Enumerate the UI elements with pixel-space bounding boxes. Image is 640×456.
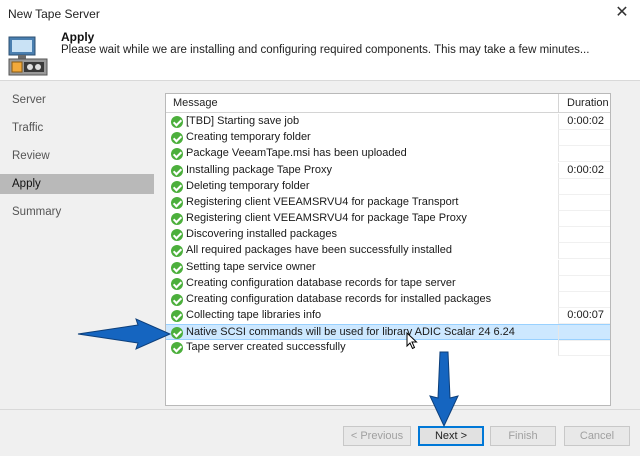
- success-check-icon: [171, 310, 183, 323]
- table-row[interactable]: Collecting tape libraries info 0:00:07: [166, 308, 610, 325]
- success-check-icon: [171, 261, 183, 274]
- wizard-header: Apply Please wait while we are installin…: [0, 27, 640, 81]
- log-duration: [558, 259, 610, 276]
- sidebar-item-label: Apply: [12, 178, 41, 190]
- window-title: New Tape Server: [8, 7, 100, 21]
- log-duration: [558, 146, 610, 163]
- log-message: Registering client VEEAMSRVU4 for packag…: [186, 195, 459, 208]
- table-row[interactable]: Tape server created successfully: [166, 340, 610, 357]
- log-message: Deleting temporary folder: [186, 179, 310, 192]
- log-message: Registering client VEEAMSRVU4 for packag…: [186, 212, 467, 225]
- table-row[interactable]: Discovering installed packages: [166, 227, 610, 244]
- column-header-message[interactable]: Message: [173, 97, 218, 109]
- sidebar-item-label: Summary: [12, 206, 62, 218]
- sidebar-item-summary[interactable]: Summary: [0, 202, 154, 222]
- success-check-icon: [171, 116, 183, 128]
- log-duration: 0:00:07: [558, 308, 610, 325]
- log-message: Tape server created successfully: [186, 341, 346, 354]
- success-check-icon: [171, 213, 183, 226]
- table-row[interactable]: Installing package Tape Proxy 0:00:02: [166, 162, 610, 179]
- table-row[interactable]: Setting tape service owner: [166, 259, 610, 276]
- table-row[interactable]: Package VeeamTape.msi has been uploaded: [166, 146, 610, 163]
- table-row[interactable]: [TBD] Starting save job 0:00:02: [166, 114, 610, 130]
- column-header-duration[interactable]: Duration: [558, 94, 610, 113]
- table-row[interactable]: All required packages have been successf…: [166, 243, 610, 260]
- log-duration: [558, 194, 610, 211]
- success-check-icon: [171, 164, 183, 177]
- log-message: Collecting tape libraries info: [186, 309, 322, 322]
- log-message: Native SCSI commands will be used for li…: [186, 326, 515, 339]
- log-duration: [558, 243, 610, 260]
- log-list[interactable]: Message Duration [TBD] Starting save job…: [165, 93, 611, 406]
- cancel-button[interactable]: Cancel: [564, 426, 630, 446]
- title-bar: New Tape Server ✕: [0, 0, 640, 27]
- log-message: Creating configuration database records …: [186, 276, 456, 289]
- success-check-icon: [171, 196, 183, 209]
- log-message: Creating configuration database records …: [186, 292, 492, 305]
- success-check-icon: [171, 277, 183, 290]
- previous-button[interactable]: < Previous: [343, 426, 411, 446]
- success-check-icon: [171, 180, 183, 193]
- table-row[interactable]: Creating temporary folder: [166, 130, 610, 147]
- log-duration: [558, 211, 610, 228]
- table-row[interactable]: Deleting temporary folder: [166, 178, 610, 195]
- table-row[interactable]: Registering client VEEAMSRVU4 for packag…: [166, 211, 610, 228]
- sidebar-item-apply[interactable]: Apply: [0, 174, 154, 194]
- log-message: Setting tape service owner: [186, 260, 316, 273]
- log-message: All required packages have been successf…: [186, 244, 452, 257]
- tape-server-icon: [8, 36, 48, 76]
- success-check-icon: [171, 148, 183, 161]
- log-message: [TBD] Starting save job: [186, 115, 300, 127]
- log-message: Creating temporary folder: [186, 131, 311, 144]
- log-message: Discovering installed packages: [186, 228, 338, 241]
- sidebar-item-server[interactable]: Server: [0, 90, 154, 110]
- table-row[interactable]: Creating configuration database records …: [166, 275, 610, 292]
- log-duration: [558, 178, 610, 195]
- page-title: Apply: [61, 30, 95, 44]
- log-message: Installing package Tape Proxy: [186, 163, 332, 176]
- page-subtitle: Please wait while we are installing and …: [61, 44, 590, 56]
- log-duration: [558, 275, 610, 292]
- close-icon[interactable]: ✕: [612, 3, 632, 23]
- table-row[interactable]: Creating configuration database records …: [166, 291, 610, 308]
- log-list-header: Message Duration: [166, 94, 610, 113]
- log-duration: 0:00:02: [558, 114, 610, 130]
- success-check-icon: [171, 132, 183, 145]
- log-duration: [558, 130, 610, 147]
- log-duration: [558, 227, 610, 244]
- log-duration: [558, 325, 610, 342]
- table-row[interactable]: Native SCSI commands will be used for li…: [166, 324, 610, 342]
- sidebar-item-traffic[interactable]: Traffic: [0, 118, 154, 138]
- table-row[interactable]: Registering client VEEAMSRVU4 for packag…: [166, 194, 610, 211]
- success-check-icon: [171, 245, 183, 258]
- log-duration: [558, 340, 610, 357]
- log-duration: 0:00:02: [558, 162, 610, 179]
- success-check-icon: [171, 342, 183, 355]
- finish-button[interactable]: Finish: [490, 426, 556, 446]
- next-button[interactable]: Next >: [418, 426, 484, 446]
- sidebar-item-label: Review: [12, 150, 50, 162]
- log-duration: [558, 291, 610, 308]
- success-check-icon: [171, 327, 183, 340]
- sidebar-item-label: Server: [12, 94, 46, 106]
- success-check-icon: [171, 229, 183, 242]
- log-message: Package VeeamTape.msi has been uploaded: [186, 147, 407, 160]
- success-check-icon: [171, 293, 183, 306]
- sidebar-item-label: Traffic: [12, 122, 44, 134]
- sidebar-item-review[interactable]: Review: [0, 146, 154, 166]
